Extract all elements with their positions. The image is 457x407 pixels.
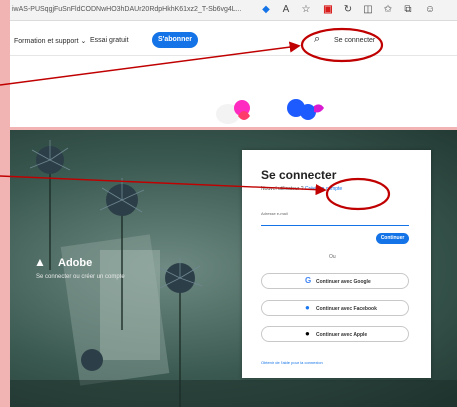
brand-tagline: Se connecter ou créer un compte <box>36 274 125 280</box>
split-screen-icon[interactable]: ◫ <box>362 4 374 16</box>
read-aloud-icon[interactable]: A <box>280 4 292 16</box>
facebook-label: Continuer avec Facebook <box>316 306 377 312</box>
decorative-illustration <box>216 99 324 124</box>
favorites-icon[interactable]: ✩ <box>382 4 394 16</box>
facebook-icon: ● <box>305 303 310 312</box>
nav-essai-gratuit[interactable]: Essai gratuit <box>90 37 129 44</box>
sign-in-link[interactable]: Se connecter <box>334 37 375 44</box>
extension-icon[interactable]: ◆ <box>260 4 272 16</box>
create-account-link[interactable]: Créer un compte <box>305 186 342 192</box>
email-label: Adresse e-mail <box>261 211 288 216</box>
adobe-brand-name: Adobe <box>58 257 93 269</box>
apple-icon: ● <box>305 329 310 338</box>
email-input[interactable] <box>261 217 409 226</box>
sign-in-card: Se connecter Nouvel utilisateur ? Créer … <box>242 150 431 378</box>
google-icon: G <box>305 276 312 285</box>
subscribe-button[interactable]: S'abonner <box>152 32 198 48</box>
card-subtitle: Nouvel utilisateur ? Créer un compte <box>261 186 342 192</box>
card-title: Se connecter <box>261 168 337 182</box>
nav-formation-support[interactable]: Formation et support ⌄ <box>14 37 86 45</box>
profile-icon[interactable]: ☺ <box>424 4 436 16</box>
pdf-icon[interactable]: ▣ <box>322 4 334 16</box>
browser-screenshot-top: iwAS-PUSqgjFuSnFldCODNwHO3hDAUr20RdpHkhK… <box>10 0 457 127</box>
continue-button[interactable]: Continuer <box>376 233 409 244</box>
or-divider: Ou <box>329 254 336 260</box>
nav-divider <box>10 55 457 56</box>
google-label: Continuer avec Google <box>316 279 371 285</box>
facebook-signin-button[interactable]: ● Continuer avec Facebook <box>261 300 409 316</box>
search-icon[interactable]: ⌕ <box>314 33 320 46</box>
site-navigation: Formation et support ⌄ Essai gratuit S'a… <box>10 28 457 54</box>
address-bar[interactable]: iwAS-PUSqgjFuSnFldCODNwHO3hDAUr20RdpHkhK… <box>10 0 457 21</box>
collections-icon[interactable]: ⧉ <box>402 4 414 16</box>
apple-signin-button[interactable]: ● Continuer avec Apple <box>261 326 409 342</box>
adobe-logo-icon: ▲ <box>34 255 46 269</box>
new-user-text: Nouvel utilisateur ? <box>261 186 305 192</box>
refresh-icon[interactable]: ↻ <box>342 4 354 16</box>
help-link[interactable]: Obtenir de l'aide pour la connexion <box>261 360 323 365</box>
url-text: iwAS-PUSqgjFuSnFldCODNwHO3hDAUr20RdpHkhK… <box>12 6 242 13</box>
apple-label: Continuer avec Apple <box>316 332 368 338</box>
google-signin-button[interactable]: G Continuer avec Google <box>261 273 409 289</box>
favorite-star-icon[interactable]: ☆ <box>300 4 312 16</box>
